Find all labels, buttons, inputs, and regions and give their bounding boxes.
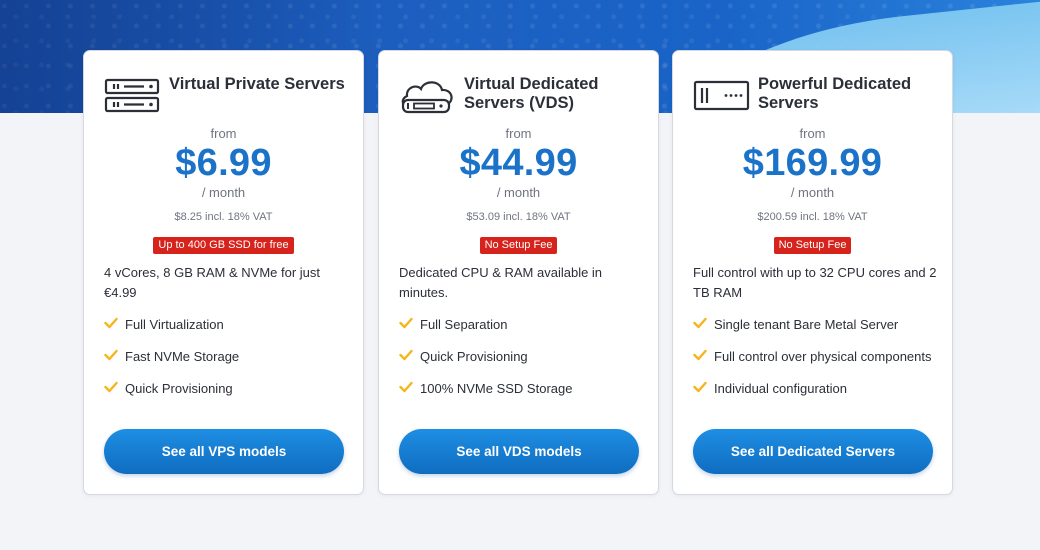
card-description: 4 vCores, 8 GB RAM & NVMe for just €4.99 xyxy=(104,265,321,300)
server-rack-icon xyxy=(104,78,160,113)
price-vat: $200.59 incl. 18% VAT xyxy=(757,211,868,223)
feature-item: Quick Provisioning xyxy=(399,347,644,366)
promo-badge: No Setup Fee xyxy=(773,237,852,254)
price-period: / month xyxy=(790,185,835,200)
feature-list: Single tenant Bare Metal Server Full con… xyxy=(693,315,938,411)
dedicated-server-icon xyxy=(693,80,750,111)
promo-badge: No Setup Fee xyxy=(479,237,558,254)
card-description: Dedicated CPU & RAM available in minutes… xyxy=(399,265,603,300)
card-description: Full control with up to 32 CPU cores and… xyxy=(693,265,937,300)
feature-item: Quick Provisioning xyxy=(104,379,349,398)
feature-item: Full Separation xyxy=(399,315,644,334)
promo-badge: Up to 400 GB SSD for free xyxy=(153,237,294,254)
feature-label: Fast NVMe Storage xyxy=(125,349,240,364)
pricing-card-vps: Virtual Private Servers from $6.99 / mon… xyxy=(83,50,364,495)
feature-list: Full Separation Quick Provisioning 100% … xyxy=(399,315,644,411)
feature-label: Single tenant Bare Metal Server xyxy=(714,317,899,332)
price: $6.99 xyxy=(175,142,272,184)
feature-label: Quick Provisioning xyxy=(420,349,528,364)
price-vat: $53.09 incl. 18% VAT xyxy=(466,211,571,223)
price-period: / month xyxy=(201,185,246,200)
check-icon xyxy=(693,381,707,393)
pricing-card-dedicated: Powerful Dedicated Servers from $169.99 … xyxy=(672,50,953,495)
cloud-server-icon xyxy=(401,81,453,114)
check-icon xyxy=(104,349,118,361)
feature-item: Single tenant Bare Metal Server xyxy=(693,315,938,334)
feature-label: 100% NVMe SSD Storage xyxy=(420,381,573,396)
check-icon xyxy=(693,317,707,329)
check-icon xyxy=(399,349,413,361)
card-header: Powerful Dedicated Servers xyxy=(693,75,938,119)
feature-item: Full control over physical components xyxy=(693,347,938,366)
feature-label: Full control over physical components xyxy=(714,349,932,364)
price-from-label: from xyxy=(505,126,532,141)
feature-item: Individual configuration xyxy=(693,379,938,398)
pricing-cards: Virtual Private Servers from $6.99 / mon… xyxy=(0,0,1040,550)
check-icon xyxy=(693,349,707,361)
feature-list: Full Virtualization Fast NVMe Storage Qu… xyxy=(104,315,349,411)
price-from-label: from xyxy=(799,126,826,141)
feature-label: Full Separation xyxy=(420,317,508,332)
check-icon xyxy=(399,381,413,393)
price-vat: $8.25 incl. 18% VAT xyxy=(174,211,273,223)
check-icon xyxy=(104,317,118,329)
card-header: Virtual Private Servers xyxy=(104,75,349,119)
see-all-vps-button[interactable]: See all VPS models xyxy=(104,429,344,474)
feature-item: Full Virtualization xyxy=(104,315,349,334)
card-title: Virtual Private Servers xyxy=(169,75,345,93)
feature-item: Fast NVMe Storage xyxy=(104,347,349,366)
price: $44.99 xyxy=(459,142,578,184)
see-all-vds-button[interactable]: See all VDS models xyxy=(399,429,639,474)
card-title: Powerful Dedicated Servers xyxy=(758,75,912,112)
check-icon xyxy=(399,317,413,329)
feature-label: Individual configuration xyxy=(714,381,847,396)
feature-item: 100% NVMe SSD Storage xyxy=(399,379,644,398)
price-from-label: from xyxy=(210,126,237,141)
price-period: / month xyxy=(496,185,541,200)
see-all-dedicated-button[interactable]: See all Dedicated Servers xyxy=(693,429,933,474)
check-icon xyxy=(104,381,118,393)
feature-label: Full Virtualization xyxy=(125,317,224,332)
pricing-card-vds: Virtual Dedicated Servers (VDS) from $44… xyxy=(378,50,659,495)
card-header: Virtual Dedicated Servers (VDS) xyxy=(399,75,644,119)
card-title: Virtual Dedicated Servers (VDS) xyxy=(464,75,599,112)
feature-label: Quick Provisioning xyxy=(125,381,233,396)
price: $169.99 xyxy=(742,142,883,184)
